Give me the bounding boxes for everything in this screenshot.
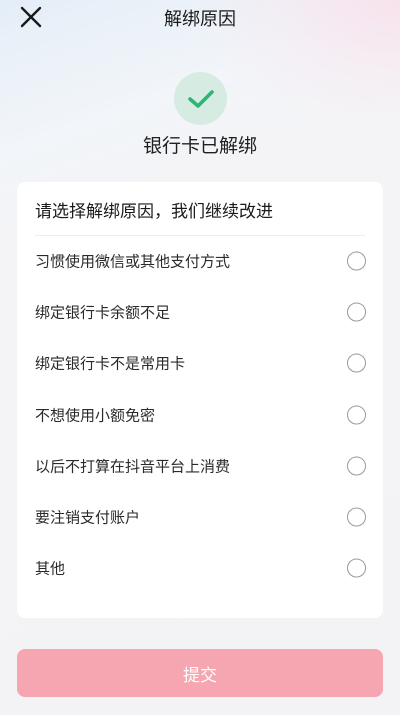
reason-option-insufficient-balance[interactable]: 绑定银行卡余额不足 <box>17 286 383 337</box>
check-icon <box>187 89 214 108</box>
reason-label: 不想使用小额免密 <box>35 406 156 425</box>
reason-option-close-account[interactable]: 要注销支付账户 <box>17 491 383 542</box>
close-icon <box>20 6 42 28</box>
unbind-status-text: 银行卡已解绑 <box>142 135 257 157</box>
radio-button[interactable] <box>347 456 366 476</box>
reason-card-heading: 请选择解绑原因，我们继续改进 <box>35 202 273 222</box>
reason-label: 其他 <box>35 559 66 578</box>
success-badge <box>174 72 227 125</box>
radio-button[interactable] <box>347 507 366 527</box>
radio-button[interactable] <box>347 302 366 322</box>
reason-option-not-common-card[interactable]: 绑定银行卡不是常用卡 <box>17 338 383 389</box>
radio-button[interactable] <box>347 251 366 271</box>
reason-card: 请选择解绑原因，我们继续改进 习惯使用微信或其他支付方式 绑定银行卡余额不足 绑… <box>17 182 383 618</box>
radio-button[interactable] <box>347 405 366 425</box>
reason-option-stop-consuming[interactable]: 以后不打算在抖音平台上消费 <box>17 440 383 491</box>
navigation-bar: 解绑原因 <box>0 0 400 34</box>
reason-label: 绑定银行卡不是常用卡 <box>35 354 186 373</box>
submit-button[interactable]: 提交 <box>17 649 383 697</box>
reason-label: 要注销支付账户 <box>35 508 141 527</box>
reason-option-no-password-free[interactable]: 不想使用小额免密 <box>17 389 383 440</box>
reason-option-other-payment[interactable]: 习惯使用微信或其他支付方式 <box>17 235 383 286</box>
reason-option-other[interactable]: 其他 <box>17 543 383 594</box>
close-button[interactable] <box>18 4 44 30</box>
page-title: 解绑原因 <box>164 9 236 30</box>
radio-button[interactable] <box>347 558 366 578</box>
reason-label: 以后不打算在抖音平台上消费 <box>35 457 231 476</box>
reason-label: 习惯使用微信或其他支付方式 <box>35 252 231 271</box>
radio-button[interactable] <box>347 353 366 373</box>
reason-list: 习惯使用微信或其他支付方式 绑定银行卡余额不足 绑定银行卡不是常用卡 不想使用小… <box>17 235 383 594</box>
reason-label: 绑定银行卡余额不足 <box>35 303 171 322</box>
